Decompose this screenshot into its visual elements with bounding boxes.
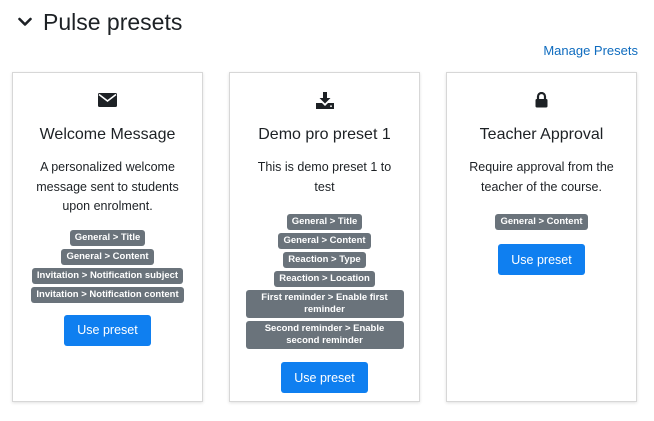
badge: General > Title	[286, 214, 363, 230]
badge-list: General > Title General > Content Invita…	[13, 229, 202, 303]
badge: First reminder > Enable first reminder	[245, 290, 404, 318]
section-header: Pulse presets	[16, 6, 182, 38]
preset-card-teacher-approval: Teacher Approval Require approval from t…	[446, 72, 637, 402]
card-title: Teacher Approval	[479, 126, 604, 143]
download-icon	[315, 91, 334, 109]
badge: General > Content	[278, 233, 371, 249]
preset-card-demo-pro-preset-1: Demo pro preset 1 This is demo preset 1 …	[229, 72, 420, 402]
lock-icon	[535, 91, 548, 109]
card-description: This is demo preset 1 to test	[257, 160, 392, 194]
card-description: Require approval from the teacher of the…	[469, 160, 614, 194]
card-title: Demo pro preset 1	[258, 126, 391, 143]
badge: General > Title	[69, 229, 146, 246]
badge: Reaction > Location	[274, 271, 375, 287]
badge: General > Content	[61, 248, 154, 265]
preset-card-welcome-message: Welcome Message A personalized welcome m…	[12, 72, 203, 402]
badge-list: General > Content	[447, 214, 636, 230]
badge: Invitation > Notification content	[31, 286, 184, 303]
badge: Second reminder > Enable second reminder	[245, 321, 404, 349]
badge: Reaction > Type	[283, 252, 366, 268]
badge: General > Content	[495, 214, 588, 230]
envelope-icon	[98, 91, 117, 109]
badge-list: General > Title General > Content Reacti…	[230, 214, 419, 349]
card-description: A personalized welcome message sent to s…	[36, 160, 179, 213]
card-title: Welcome Message	[39, 126, 176, 143]
chevron-down-icon[interactable]	[16, 13, 34, 31]
use-preset-button[interactable]: Use preset	[64, 314, 151, 346]
use-preset-button[interactable]: Use preset	[281, 362, 368, 393]
section-title: Pulse presets	[43, 8, 183, 35]
badge: Invitation > Notification subject	[31, 267, 184, 284]
manage-presets-link[interactable]: Manage Presets	[543, 43, 638, 58]
use-preset-button[interactable]: Use preset	[498, 244, 585, 275]
